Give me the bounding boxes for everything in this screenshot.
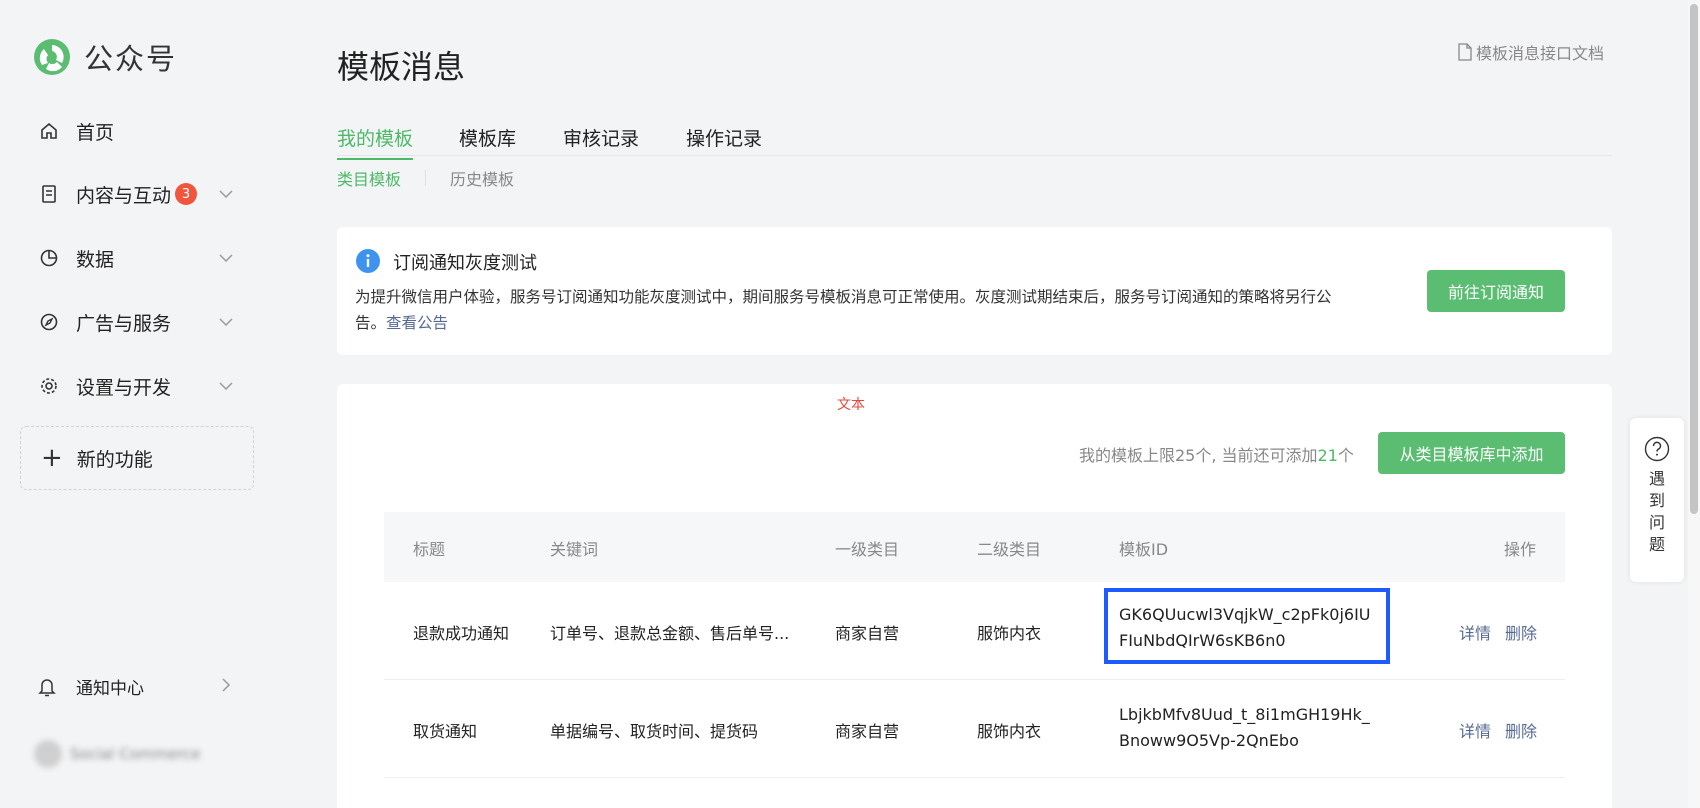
sidebar-item-ads[interactable]: 广告与服务 xyxy=(38,304,238,340)
sidebar-item-home[interactable]: 首页 xyxy=(38,113,238,149)
unread-badge: 3 xyxy=(175,183,198,205)
add-from-category-library-button[interactable]: 从类目模板库中添加 xyxy=(1378,432,1565,474)
sidebar-item-label: 数据 xyxy=(76,248,115,271)
help-float-button[interactable]: 遇到问题 xyxy=(1630,418,1684,582)
chevron-down-icon xyxy=(219,382,233,391)
chevron-right-icon xyxy=(222,678,231,692)
cell-title: 取货通知 xyxy=(413,722,478,741)
column-header-template-id: 模板ID xyxy=(1119,540,1169,559)
delete-link[interactable]: 删除 xyxy=(1505,718,1537,742)
cell-keywords: 单据编号、取货时间、提货码 xyxy=(550,722,759,741)
template-list-card: 文本 我的模板上限25个, 当前还可添加21个 从类目模板库中添加 标题 关键词… xyxy=(337,384,1612,808)
tab-review-records[interactable]: 审核记录 xyxy=(563,124,639,159)
column-header-category2: 二级类目 xyxy=(977,540,1042,559)
chevron-down-icon xyxy=(219,318,233,327)
account-name: Social Commerce xyxy=(70,745,201,763)
tab-my-templates[interactable]: 我的模板 xyxy=(337,124,414,160)
column-header-title: 标题 xyxy=(413,540,446,559)
table-row: 取货通知 单据编号、取货时间、提货码 商家自营 服饰内衣 LbjkbMfv8Uu… xyxy=(384,680,1565,778)
tab-bar: 我的模板 模板库 审核记录 操作记录 xyxy=(337,120,1612,160)
cell-category1: 商家自营 xyxy=(835,624,900,643)
new-feature-button[interactable]: + 新的功能 xyxy=(20,426,254,490)
sidebar-item-label: 首页 xyxy=(76,121,115,144)
chevron-down-icon xyxy=(219,190,233,199)
subtab-divider xyxy=(425,170,427,186)
column-header-keywords: 关键词 xyxy=(550,540,599,559)
wechat-mp-logo-icon xyxy=(34,39,70,75)
limit-prefix: 我的模板上限25个, 当前还可添加 xyxy=(1079,446,1318,465)
bell-icon xyxy=(38,677,60,697)
template-limit-text: 我的模板上限25个, 当前还可添加21个 xyxy=(1079,442,1354,466)
delete-link[interactable]: 删除 xyxy=(1505,620,1537,644)
cell-category2: 服饰内衣 xyxy=(977,722,1042,741)
notice-body: 为提升微信用户体验，服务号订阅通知功能灰度测试中，期间服务号模板消息可正常使用。… xyxy=(355,284,1360,336)
page-title: 模板消息 xyxy=(337,48,466,86)
table-row: 退款成功通知 订单号、退款总金额、售后单号... 商家自营 服饰内衣 GK6QU… xyxy=(384,582,1565,680)
compass-icon xyxy=(38,311,60,333)
notice-card: 订阅通知灰度测试 为提升微信用户体验，服务号订阅通知功能灰度测试中，期间服务号模… xyxy=(337,227,1612,355)
account-switcher[interactable]: Social Commerce xyxy=(34,740,201,768)
pie-chart-icon xyxy=(38,247,60,269)
cell-category2: 服饰内衣 xyxy=(977,624,1042,643)
cell-category1: 商家自营 xyxy=(835,722,900,741)
notice-body-text: 为提升微信用户体验，服务号订阅通知功能灰度测试中，期间服务号模板消息可正常使用。… xyxy=(355,288,1332,332)
notification-center-label: 通知中心 xyxy=(76,679,144,699)
question-icon xyxy=(1644,436,1670,462)
table-header: 标题 关键词 一级类目 二级类目 模板ID 操作 xyxy=(384,512,1565,582)
sidebar-item-label: 设置与开发 xyxy=(76,376,172,399)
column-header-actions: 操作 xyxy=(1504,540,1537,559)
subtab-bar: 类目模板 历史模板 xyxy=(337,166,514,190)
cell-keywords: 订单号、退款总金额、售后单号... xyxy=(550,624,790,643)
new-feature-label: 新的功能 xyxy=(76,448,153,471)
subtab-category-templates[interactable]: 类目模板 xyxy=(337,166,401,190)
home-icon xyxy=(38,120,60,142)
plus-icon: + xyxy=(41,443,63,473)
go-subscribe-notice-button[interactable]: 前往订阅通知 xyxy=(1427,270,1565,312)
tab-template-library[interactable]: 模板库 xyxy=(459,124,516,159)
detail-link[interactable]: 详情 xyxy=(1459,620,1491,644)
sidebar-item-content[interactable]: 内容与互动 3 xyxy=(38,176,238,212)
notification-center[interactable]: 通知中心 xyxy=(38,674,238,699)
column-header-category1: 一级类目 xyxy=(835,540,900,559)
file-icon xyxy=(1458,43,1472,61)
sidebar-item-data[interactable]: 数据 xyxy=(38,240,238,276)
cell-template-id[interactable]: LbjkbMfv8Uud_t_8i1mGH19Hk_Bnoww9O5Vp-2Qn… xyxy=(1119,702,1379,754)
tab-operation-records[interactable]: 操作记录 xyxy=(686,124,762,159)
notice-title: 订阅通知灰度测试 xyxy=(393,253,537,274)
brand[interactable]: 公众号 xyxy=(32,36,177,78)
scrollbar[interactable] xyxy=(1688,0,1700,808)
limit-remaining: 21 xyxy=(1317,446,1338,465)
subtab-history-templates[interactable]: 历史模板 xyxy=(450,166,514,190)
document-icon xyxy=(38,183,60,205)
avatar xyxy=(34,740,62,768)
cell-template-id[interactable]: GK6QUucwl3VqjkW_c2pFk0j6IUFIuNbdQIrW6sKB… xyxy=(1119,602,1379,654)
detail-link[interactable]: 详情 xyxy=(1459,718,1491,742)
gear-icon xyxy=(38,375,60,397)
help-label: 遇到问题 xyxy=(1648,469,1665,554)
api-doc-link[interactable]: 模板消息接口文档 xyxy=(1458,40,1604,64)
sidebar-item-label: 广告与服务 xyxy=(76,312,172,335)
api-doc-link-label: 模板消息接口文档 xyxy=(1476,44,1605,63)
brand-name: 公众号 xyxy=(84,42,178,76)
limit-suffix: 个 xyxy=(1337,446,1354,465)
view-announcement-link[interactable]: 查看公告 xyxy=(386,314,448,332)
chevron-down-icon xyxy=(219,254,233,263)
scrollbar-thumb[interactable] xyxy=(1690,4,1698,514)
sidebar: 公众号 首页 内容与互动 3 数据 广告与服务 设置与开发 + 新的功能 通知中… xyxy=(0,0,290,808)
info-icon xyxy=(356,249,380,273)
sidebar-item-settings[interactable]: 设置与开发 xyxy=(38,368,238,404)
cell-title: 退款成功通知 xyxy=(413,624,510,643)
sidebar-item-label: 内容与互动 xyxy=(76,184,172,207)
text-tag: 文本 xyxy=(837,397,865,413)
